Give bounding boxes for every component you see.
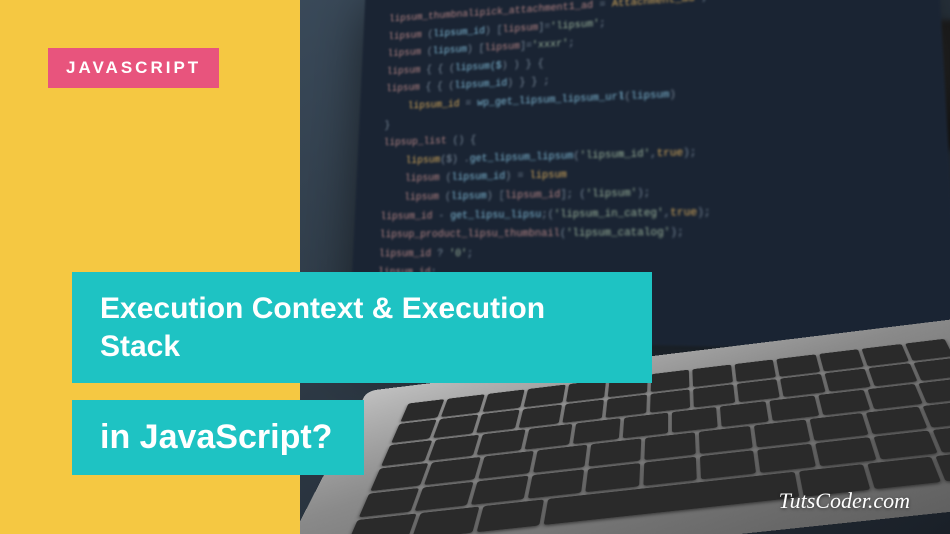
- laptop-photo-area: lipsum_thumbnalipick_attachment1_ad = At…: [270, 0, 950, 534]
- title-box-primary: Execution Context & Execution Stack: [72, 272, 652, 383]
- watermark: TutsCoder.com: [779, 488, 910, 514]
- title-text-2: in JavaScript?: [100, 418, 332, 456]
- watermark-text: TutsCoder.com: [779, 488, 910, 513]
- category-badge: JAVASCRIPT: [48, 48, 219, 88]
- code-editor-content: lipsum_thumbnalipick_attachment1_ad = At…: [378, 0, 922, 288]
- title-text-1: Execution Context & Execution Stack: [100, 292, 545, 363]
- category-label: JAVASCRIPT: [66, 58, 201, 77]
- title-box-secondary: in JavaScript?: [72, 400, 364, 475]
